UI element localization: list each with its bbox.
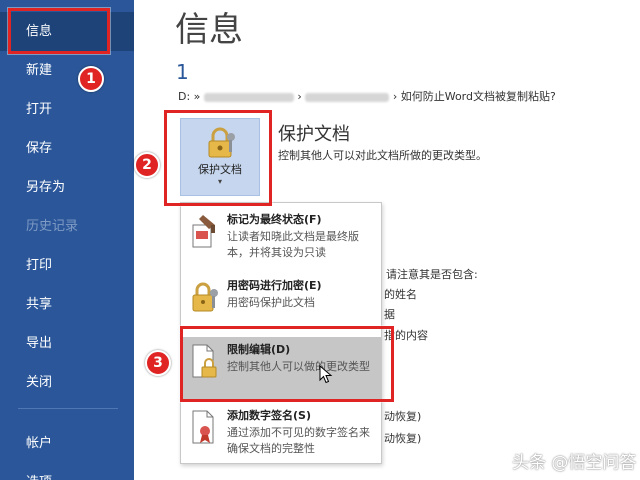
- sidebar-item-options[interactable]: 选项: [0, 463, 134, 480]
- sidebar-divider: [18, 408, 118, 409]
- sidebar-item-account[interactable]: 帐户: [0, 424, 134, 463]
- menu-item-encrypt-with-password[interactable]: 用密码进行加密(E) 用密码保护此文档: [181, 273, 381, 323]
- annotation-box-3: [180, 326, 394, 402]
- sidebar-item-print[interactable]: 打印: [0, 246, 134, 285]
- signature-ribbon-icon: [192, 410, 214, 444]
- sidebar-item-share[interactable]: 共享: [0, 285, 134, 324]
- annotation-badge-1: 1: [78, 66, 104, 92]
- sidebar-item-close[interactable]: 关闭: [0, 363, 134, 402]
- annotation-box-2: [164, 110, 272, 206]
- annotation-badge-3: 3: [145, 350, 171, 376]
- protect-document-heading: 保护文档: [278, 124, 350, 145]
- protect-document-description: 控制其他人可以对此文档所做的更改类型。: [278, 149, 487, 162]
- menu-item-description: 通过添加不可见的数字签名来确保文档的完整性: [227, 426, 370, 455]
- path-prefix: D: »: [178, 90, 201, 103]
- lock-key-icon: [192, 282, 218, 312]
- menu-item-mark-as-final[interactable]: 标记为最终状态(F) 让读者知晓此文档是最终版本，并将其设为只读: [181, 207, 381, 269]
- path-separator: ›: [297, 90, 302, 103]
- inspect-note: 请注意其是否包含:: [386, 268, 478, 281]
- annotation-box-1: [8, 8, 110, 54]
- mark-final-icon: [192, 215, 215, 248]
- inspect-item: 据: [384, 308, 395, 321]
- watermark: 头条 @悟空问答: [512, 453, 637, 473]
- inspect-item: 的姓名: [384, 288, 417, 301]
- annotation-badge-2: 2: [134, 152, 160, 178]
- menu-item-title: 用密码进行加密(E): [227, 279, 322, 292]
- document-name: 1: [176, 60, 189, 84]
- menu-item-title: 标记为最终状态(F): [227, 213, 322, 226]
- blurred-path-segment: [203, 92, 294, 102]
- blurred-path-segment: [305, 92, 390, 102]
- version-item: 动恢复): [384, 410, 422, 423]
- path-suffix: › 如何防止Word文档被复制粘贴?: [392, 90, 556, 103]
- sidebar-item-new[interactable]: 新建: [0, 51, 134, 90]
- document-path[interactable]: D: » › › 如何防止Word文档被复制粘贴?: [178, 88, 556, 104]
- page-title: 信息: [175, 10, 243, 50]
- sidebar-item-save[interactable]: 保存: [0, 129, 134, 168]
- backstage-sidebar: 信息 新建 打开 保存 另存为 历史记录 打印 共享 导出 关闭 帐户 选项: [0, 0, 134, 480]
- sidebar-item-save-as[interactable]: 另存为: [0, 168, 134, 207]
- sidebar-item-export[interactable]: 导出: [0, 324, 134, 363]
- menu-item-description: 让读者知晓此文档是最终版本，并将其设为只读: [227, 230, 359, 259]
- menu-item-add-digital-signature[interactable]: 添加数字签名(S) 通过添加不可见的数字签名来确保文档的完整性: [181, 403, 381, 461]
- sidebar-item-history: 历史记录: [26, 219, 79, 234]
- version-item: 动恢复): [384, 432, 422, 445]
- sidebar-item-open[interactable]: 打开: [0, 90, 134, 129]
- menu-item-title: 添加数字签名(S): [227, 409, 311, 422]
- menu-item-description: 用密码保护此文档: [227, 296, 315, 309]
